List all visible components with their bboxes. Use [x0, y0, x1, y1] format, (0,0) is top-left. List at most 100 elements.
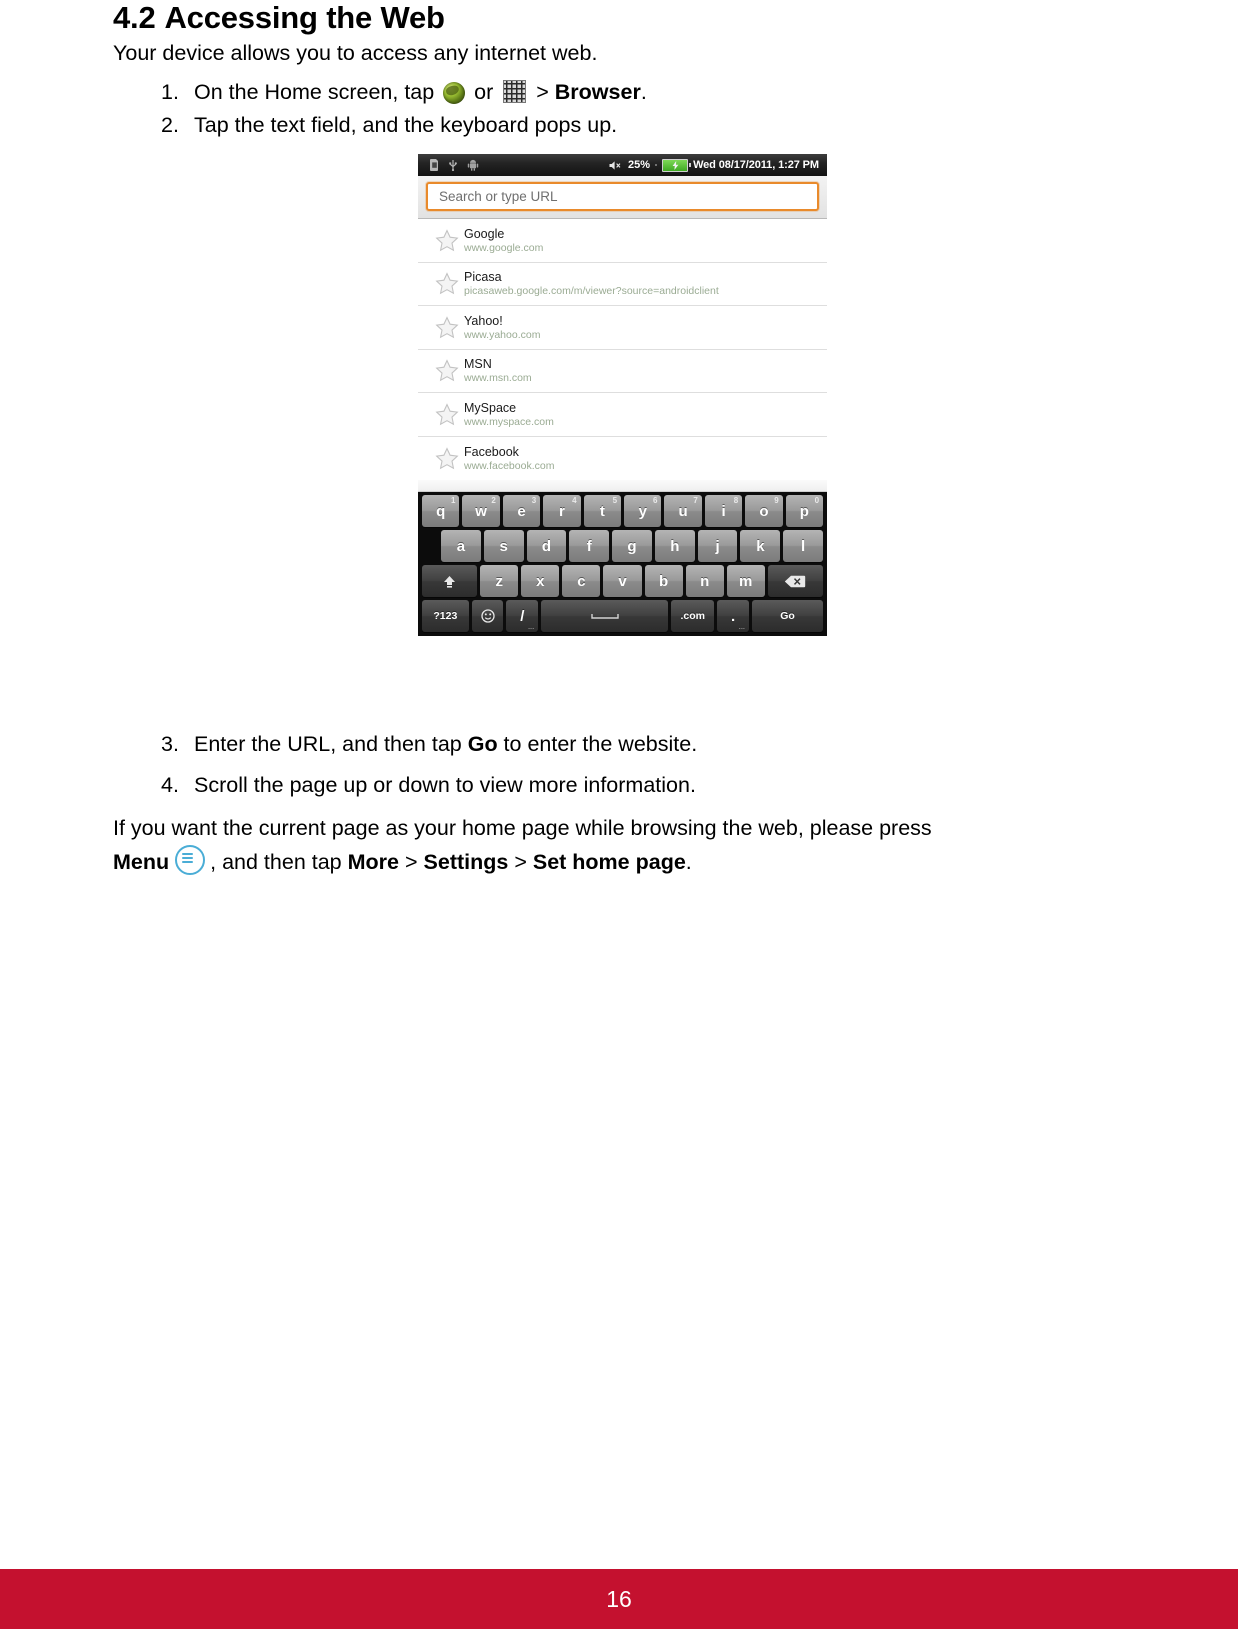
url-input-field[interactable]: Search or type URL: [426, 182, 819, 211]
key-g[interactable]: g: [612, 530, 652, 562]
dot-com-key[interactable]: .com: [671, 600, 715, 632]
key-label: /: [520, 607, 525, 625]
battery-percent-label: 25%: [628, 159, 651, 171]
list-item[interactable]: MySpace www.myspace.com: [418, 393, 827, 437]
key-label: r: [559, 502, 565, 520]
bookmark-url: picasaweb.google.com/m/viewer?source=and…: [464, 285, 719, 298]
menu-icon: [175, 845, 206, 875]
key-q[interactable]: 1q: [422, 495, 460, 527]
step-text-post: to enter the website.: [497, 732, 698, 756]
key-l[interactable]: l: [783, 530, 824, 562]
key-y[interactable]: 6y: [624, 495, 662, 527]
key-x[interactable]: x: [521, 565, 560, 597]
key-r[interactable]: 4r: [543, 495, 581, 527]
go-key[interactable]: Go: [752, 600, 824, 632]
key-label: s: [499, 537, 508, 555]
step-text: On the Home screen, tap or > Browser.: [194, 76, 647, 109]
key-b[interactable]: b: [644, 565, 683, 597]
key-a[interactable]: a: [441, 530, 481, 562]
usb-icon: [449, 160, 457, 171]
bookmark-text: Picasa picasaweb.google.com/m/viewer?sou…: [464, 270, 719, 297]
key-label: b: [658, 572, 669, 590]
backspace-key[interactable]: [767, 565, 823, 597]
key-k[interactable]: k: [740, 530, 781, 562]
sdcard-icon: [430, 159, 438, 171]
star-icon[interactable]: [430, 272, 464, 295]
key-h[interactable]: h: [654, 530, 695, 562]
step-number: 2.: [161, 113, 179, 137]
onscreen-keyboard: 1q 2w 3e 4r 5t 6y 7u 8i 9o 0p a s d f g: [418, 492, 827, 636]
key-w[interactable]: 2w: [462, 495, 500, 527]
key-superscript: 0: [814, 496, 820, 505]
key-m[interactable]: m: [726, 565, 765, 597]
closing-paragraph-line2: Menu , and then tap More > Settings > Set…: [113, 845, 1079, 879]
key-superscript: 7: [693, 496, 698, 505]
step-text: Tap the text field, and the keyboard pop…: [194, 113, 618, 137]
key-label: q: [436, 502, 446, 520]
step-number: 1.: [161, 80, 179, 104]
bookmark-text: Facebook www.facebook.com: [464, 445, 554, 472]
browser-globe-icon: [443, 82, 466, 104]
key-j[interactable]: j: [697, 530, 738, 562]
step-number: 4.: [161, 773, 179, 797]
star-icon[interactable]: [430, 316, 464, 339]
bookmark-title: Google: [464, 226, 505, 241]
key-label: y: [638, 502, 647, 520]
key-label: e: [517, 502, 526, 520]
key-s[interactable]: s: [483, 530, 524, 562]
list-item[interactable]: Picasa picasaweb.google.com/m/viewer?sou…: [418, 263, 827, 306]
list-item[interactable]: MSN www.msn.com: [418, 350, 827, 393]
key-t[interactable]: 5t: [583, 495, 622, 527]
key-o[interactable]: 9o: [745, 495, 783, 527]
closing-sep-1: >: [399, 850, 424, 874]
star-icon[interactable]: [430, 403, 464, 426]
more-bold-label: More: [347, 850, 399, 874]
bookmark-title: Picasa: [464, 270, 502, 285]
period-key[interactable]: ....: [717, 600, 750, 632]
key-z[interactable]: z: [480, 565, 519, 597]
list-bottom-fade: [418, 480, 827, 492]
key-label: f: [586, 537, 592, 555]
list-item: 3. Enter the URL, and then tap Go to ent…: [161, 728, 697, 761]
key-e[interactable]: 3e: [502, 495, 541, 527]
step-text-sep: >: [530, 80, 555, 104]
bookmark-text: MSN www.msn.com: [464, 357, 532, 384]
key-d[interactable]: d: [526, 530, 567, 562]
list-item[interactable]: Facebook www.facebook.com: [418, 437, 827, 481]
emoji-key[interactable]: [471, 600, 504, 632]
slash-key[interactable]: /...: [506, 600, 539, 632]
list-item[interactable]: Yahoo! www.yahoo.com: [418, 306, 827, 350]
device-screenshot-figure: 25% Wed 08/17/2011, 1:27 PM Search or ty…: [418, 154, 827, 689]
bookmark-title: Yahoo!: [464, 313, 503, 328]
list-item[interactable]: Google www.google.com: [418, 219, 827, 263]
closing-paragraph-line1: If you want the current page as your hom…: [113, 816, 932, 840]
key-label: a: [456, 537, 466, 555]
key-label: x: [536, 572, 545, 590]
key-label: d: [541, 537, 552, 555]
step-text-pre: Enter the URL, and then tap: [194, 732, 468, 756]
key-p[interactable]: 0p: [785, 495, 824, 527]
key-label: p: [799, 502, 809, 520]
key-v[interactable]: v: [603, 565, 642, 597]
star-icon[interactable]: [430, 447, 464, 470]
space-key[interactable]: [541, 600, 669, 632]
list-item: 2. Tap the text field, and the keyboard …: [161, 109, 647, 142]
key-i[interactable]: 8i: [704, 495, 743, 527]
key-n[interactable]: n: [685, 565, 724, 597]
key-u[interactable]: 7u: [664, 495, 702, 527]
page-title: 4.2 Accessing the Web: [113, 0, 445, 38]
status-bar-right-cluster: 25% Wed 08/17/2011, 1:27 PM: [609, 158, 823, 172]
key-label: .: [731, 607, 736, 625]
star-icon[interactable]: [430, 359, 464, 382]
key-f[interactable]: f: [569, 530, 610, 562]
numbers-symbols-key[interactable]: ?123: [422, 600, 469, 632]
key-c[interactable]: c: [562, 565, 601, 597]
step-text-end: .: [640, 80, 647, 104]
bookmark-title: Facebook: [464, 444, 519, 459]
manual-page: 4.2 Accessing the Web Your device allows …: [0, 0, 1238, 1629]
page-footer: 16: [0, 1569, 1238, 1629]
menu-bold-label: Menu: [113, 850, 170, 874]
step-number: 3.: [161, 732, 179, 756]
shift-key[interactable]: [422, 565, 478, 597]
star-icon[interactable]: [430, 229, 464, 252]
